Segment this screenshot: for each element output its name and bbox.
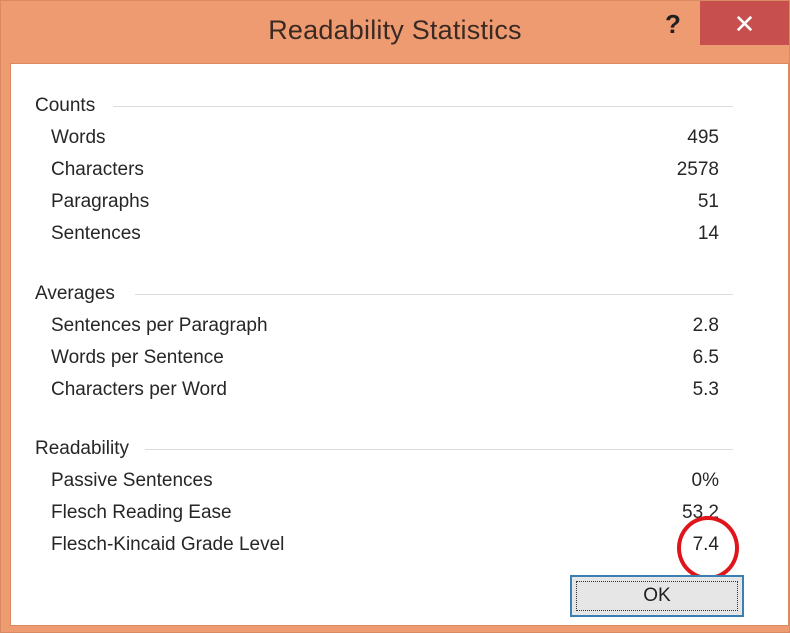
stat-label: Sentences: [51, 223, 141, 244]
stat-row-passive-sentences: Passive Sentences 0%: [51, 470, 719, 498]
stat-row-sentences: Sentences 14: [51, 223, 719, 251]
section-heading-counts: Counts: [35, 95, 96, 116]
section-heading-averages: Averages: [35, 283, 115, 304]
stat-row-words-per-sentence: Words per Sentence 6.5: [51, 347, 719, 375]
stat-label: Flesch Reading Ease: [51, 502, 232, 523]
section-divider: [145, 449, 733, 450]
ok-button[interactable]: OK: [570, 575, 744, 617]
stat-value: 2.8: [692, 315, 719, 336]
stat-label: Passive Sentences: [51, 470, 213, 491]
close-icon[interactable]: ✕: [700, 1, 789, 45]
stat-value: 6.5: [692, 347, 719, 368]
stat-value: 53.2: [682, 502, 719, 523]
stat-value: 5.3: [692, 379, 719, 400]
stat-value: 14: [697, 223, 719, 244]
stat-value: 7.4: [692, 534, 719, 555]
title-bar[interactable]: Readability Statistics ? ✕: [1, 1, 789, 63]
stat-value: 495: [687, 127, 719, 148]
stat-row-paragraphs: Paragraphs 51: [51, 191, 719, 219]
stat-label: Flesch-Kincaid Grade Level: [51, 534, 285, 555]
stat-row-flesch-kincaid-grade-level: Flesch-Kincaid Grade Level 7.4: [51, 534, 719, 562]
stat-value: 2578: [676, 159, 719, 180]
section-divider: [135, 294, 733, 295]
stat-row-sentences-per-paragraph: Sentences per Paragraph 2.8: [51, 315, 719, 343]
stat-row-words: Words 495: [51, 127, 719, 155]
section-heading-readability: Readability: [35, 438, 129, 459]
stat-label: Paragraphs: [51, 191, 150, 212]
help-icon[interactable]: ?: [653, 7, 693, 41]
dialog-body: Counts Words 495 Characters 2578 Paragra…: [10, 63, 789, 626]
stat-value: 0%: [691, 470, 719, 491]
stat-label: Words per Sentence: [51, 347, 224, 368]
stat-row-flesch-reading-ease: Flesch Reading Ease 53.2: [51, 502, 719, 530]
stat-label: Words: [51, 127, 106, 148]
stat-row-characters-per-word: Characters per Word 5.3: [51, 379, 719, 407]
stat-row-characters: Characters 2578: [51, 159, 719, 187]
stat-value: 51: [697, 191, 719, 212]
ok-button-label: OK: [576, 581, 738, 611]
section-divider: [113, 106, 733, 107]
stat-label: Sentences per Paragraph: [51, 315, 268, 336]
stat-label: Characters per Word: [51, 379, 227, 400]
stat-label: Characters: [51, 159, 144, 180]
readability-statistics-dialog: Readability Statistics ? ✕ Counts Words …: [0, 0, 790, 633]
